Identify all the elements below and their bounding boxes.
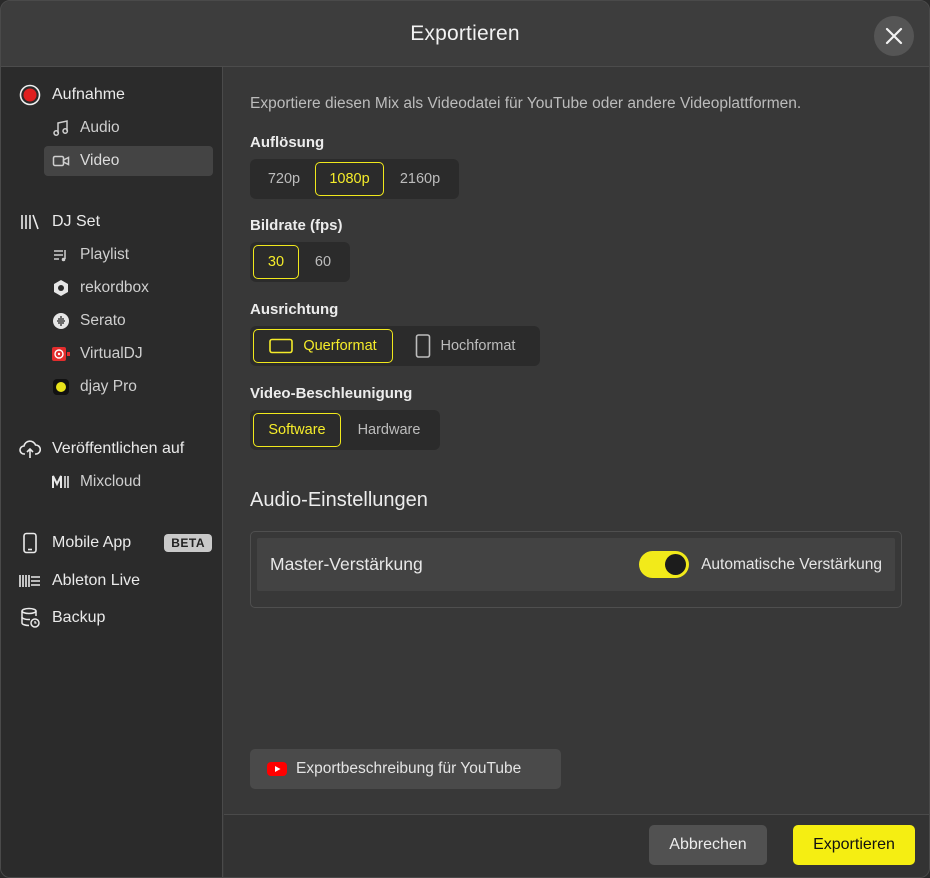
mobile-icon [19, 532, 41, 554]
resolution-option-720p[interactable]: 720p [253, 162, 315, 196]
sidebar-item-playlist[interactable]: Playlist [44, 240, 213, 270]
sidebar-item-label: VirtualDJ [80, 345, 143, 362]
sidebar-item-djset[interactable]: DJ Set [19, 207, 212, 237]
landscape-icon [269, 338, 294, 354]
library-icon [19, 211, 41, 233]
dialog-footer: Abbrechen Exportieren [224, 814, 929, 877]
playlist-icon [51, 245, 71, 265]
audio-settings-title: Audio-Einstellungen [250, 489, 428, 511]
sidebar-item-aufnahme[interactable]: Aufnahme [19, 80, 212, 110]
main-panel: Exportiere diesen Mix als Videodatei für… [224, 67, 929, 814]
resolution-option-1080p[interactable]: 1080p [315, 162, 384, 196]
auto-gain-label: Automatische Verstärkung [701, 555, 882, 573]
framerate-option-60[interactable]: 60 [299, 245, 347, 279]
sidebar-item-djay-pro[interactable]: djay Pro [44, 372, 213, 402]
resolution-selector: 720p 1080p 2160p [250, 159, 459, 199]
resolution-option-2160p[interactable]: 2160p [384, 162, 456, 196]
beta-badge: BETA [164, 534, 212, 552]
export-dialog: Exportieren Aufnahme Audio Video DJ Set … [0, 0, 930, 878]
resolution-label: Auflösung [250, 134, 325, 151]
acceleration-label: Video-Beschleunigung [250, 385, 413, 402]
youtube-icon [267, 762, 287, 776]
framerate-label: Bildrate (fps) [250, 217, 343, 234]
video-camera-icon [51, 151, 71, 171]
sidebar-item-label: Playlist [80, 246, 130, 263]
orientation-option-label: Hochformat [440, 338, 516, 354]
sidebar-item-label: Ableton Live [52, 572, 141, 589]
sidebar-item-serato[interactable]: Serato [44, 306, 213, 336]
auto-gain-toggle[interactable] [639, 551, 690, 578]
record-icon [19, 84, 41, 106]
export-description: Exportiere diesen Mix als Videodatei für… [250, 95, 802, 112]
sidebar-item-label: Aufnahme [52, 86, 125, 103]
acceleration-option-software[interactable]: Software [253, 413, 341, 447]
acceleration-selector: Software Hardware [250, 410, 440, 450]
serato-icon [51, 311, 71, 331]
sidebar-item-ableton-live[interactable]: Ableton Live [19, 566, 212, 596]
master-gain-label: Master-Verstärkung [270, 554, 423, 574]
close-button[interactable] [874, 16, 914, 56]
youtube-button-label: Exportbeschreibung für YouTube [296, 760, 522, 777]
toggle-knob [665, 554, 687, 575]
orientation-label: Ausrichtung [250, 301, 339, 318]
framerate-selector: 30 60 [250, 242, 350, 282]
sidebar-item-label: rekordbox [80, 279, 149, 296]
virtualdj-icon [51, 344, 71, 364]
master-gain-row: Master-Verstärkung Automatische Verstärk… [257, 538, 895, 591]
sidebar-item-backup[interactable]: Backup [19, 603, 212, 633]
cloud-upload-icon [19, 438, 41, 460]
sidebar-item-rekordbox[interactable]: rekordbox [44, 273, 213, 303]
orientation-option-hochformat[interactable]: Hochformat [393, 329, 537, 363]
sidebar-item-mixcloud[interactable]: Mixcloud [44, 467, 213, 497]
audio-settings-box: Master-Verstärkung Automatische Verstärk… [250, 531, 902, 608]
orientation-selector: Querformat Hochformat [250, 326, 540, 366]
cancel-button[interactable]: Abbrechen [649, 825, 767, 865]
sidebar-item-veroeffentlichen[interactable]: Veröffentlichen auf [19, 434, 212, 464]
sidebar-item-label: Mixcloud [80, 473, 142, 490]
sidebar-item-label: DJ Set [52, 213, 101, 230]
sidebar-item-label: Backup [52, 609, 106, 626]
framerate-option-30[interactable]: 30 [253, 245, 299, 279]
sidebar-item-mobile-app[interactable]: Mobile App BETA [19, 528, 212, 558]
orientation-option-label: Querformat [303, 338, 377, 354]
dialog-title: Exportieren [410, 21, 520, 45]
rekordbox-icon [51, 278, 71, 298]
sidebar: Aufnahme Audio Video DJ Set Playlist rek… [1, 67, 223, 877]
orientation-option-querformat[interactable]: Querformat [253, 329, 393, 363]
export-button[interactable]: Exportieren [793, 825, 915, 865]
auto-gain-control: Automatische Verstärkung [639, 551, 882, 578]
sidebar-item-virtualdj[interactable]: VirtualDJ [44, 339, 213, 369]
close-icon [885, 27, 903, 45]
sidebar-item-video[interactable]: Video [44, 146, 213, 176]
mixcloud-icon [51, 472, 71, 492]
acceleration-option-hardware[interactable]: Hardware [341, 413, 437, 447]
sidebar-item-label: Audio [80, 119, 120, 136]
djay-icon [51, 377, 71, 397]
sidebar-item-audio[interactable]: Audio [44, 113, 213, 143]
dialog-titlebar: Exportieren [1, 1, 929, 67]
ableton-icon [19, 570, 41, 592]
portrait-icon [415, 334, 431, 358]
sidebar-item-label: djay Pro [80, 378, 137, 395]
youtube-description-button[interactable]: Exportbeschreibung für YouTube [250, 749, 561, 789]
sidebar-item-label: Video [80, 152, 120, 169]
music-note-icon [51, 118, 71, 138]
sidebar-item-label: Mobile App [52, 534, 132, 551]
sidebar-item-label: Serato [80, 312, 126, 329]
database-backup-icon [19, 607, 41, 629]
sidebar-item-label: Veröffentlichen auf [52, 440, 185, 457]
